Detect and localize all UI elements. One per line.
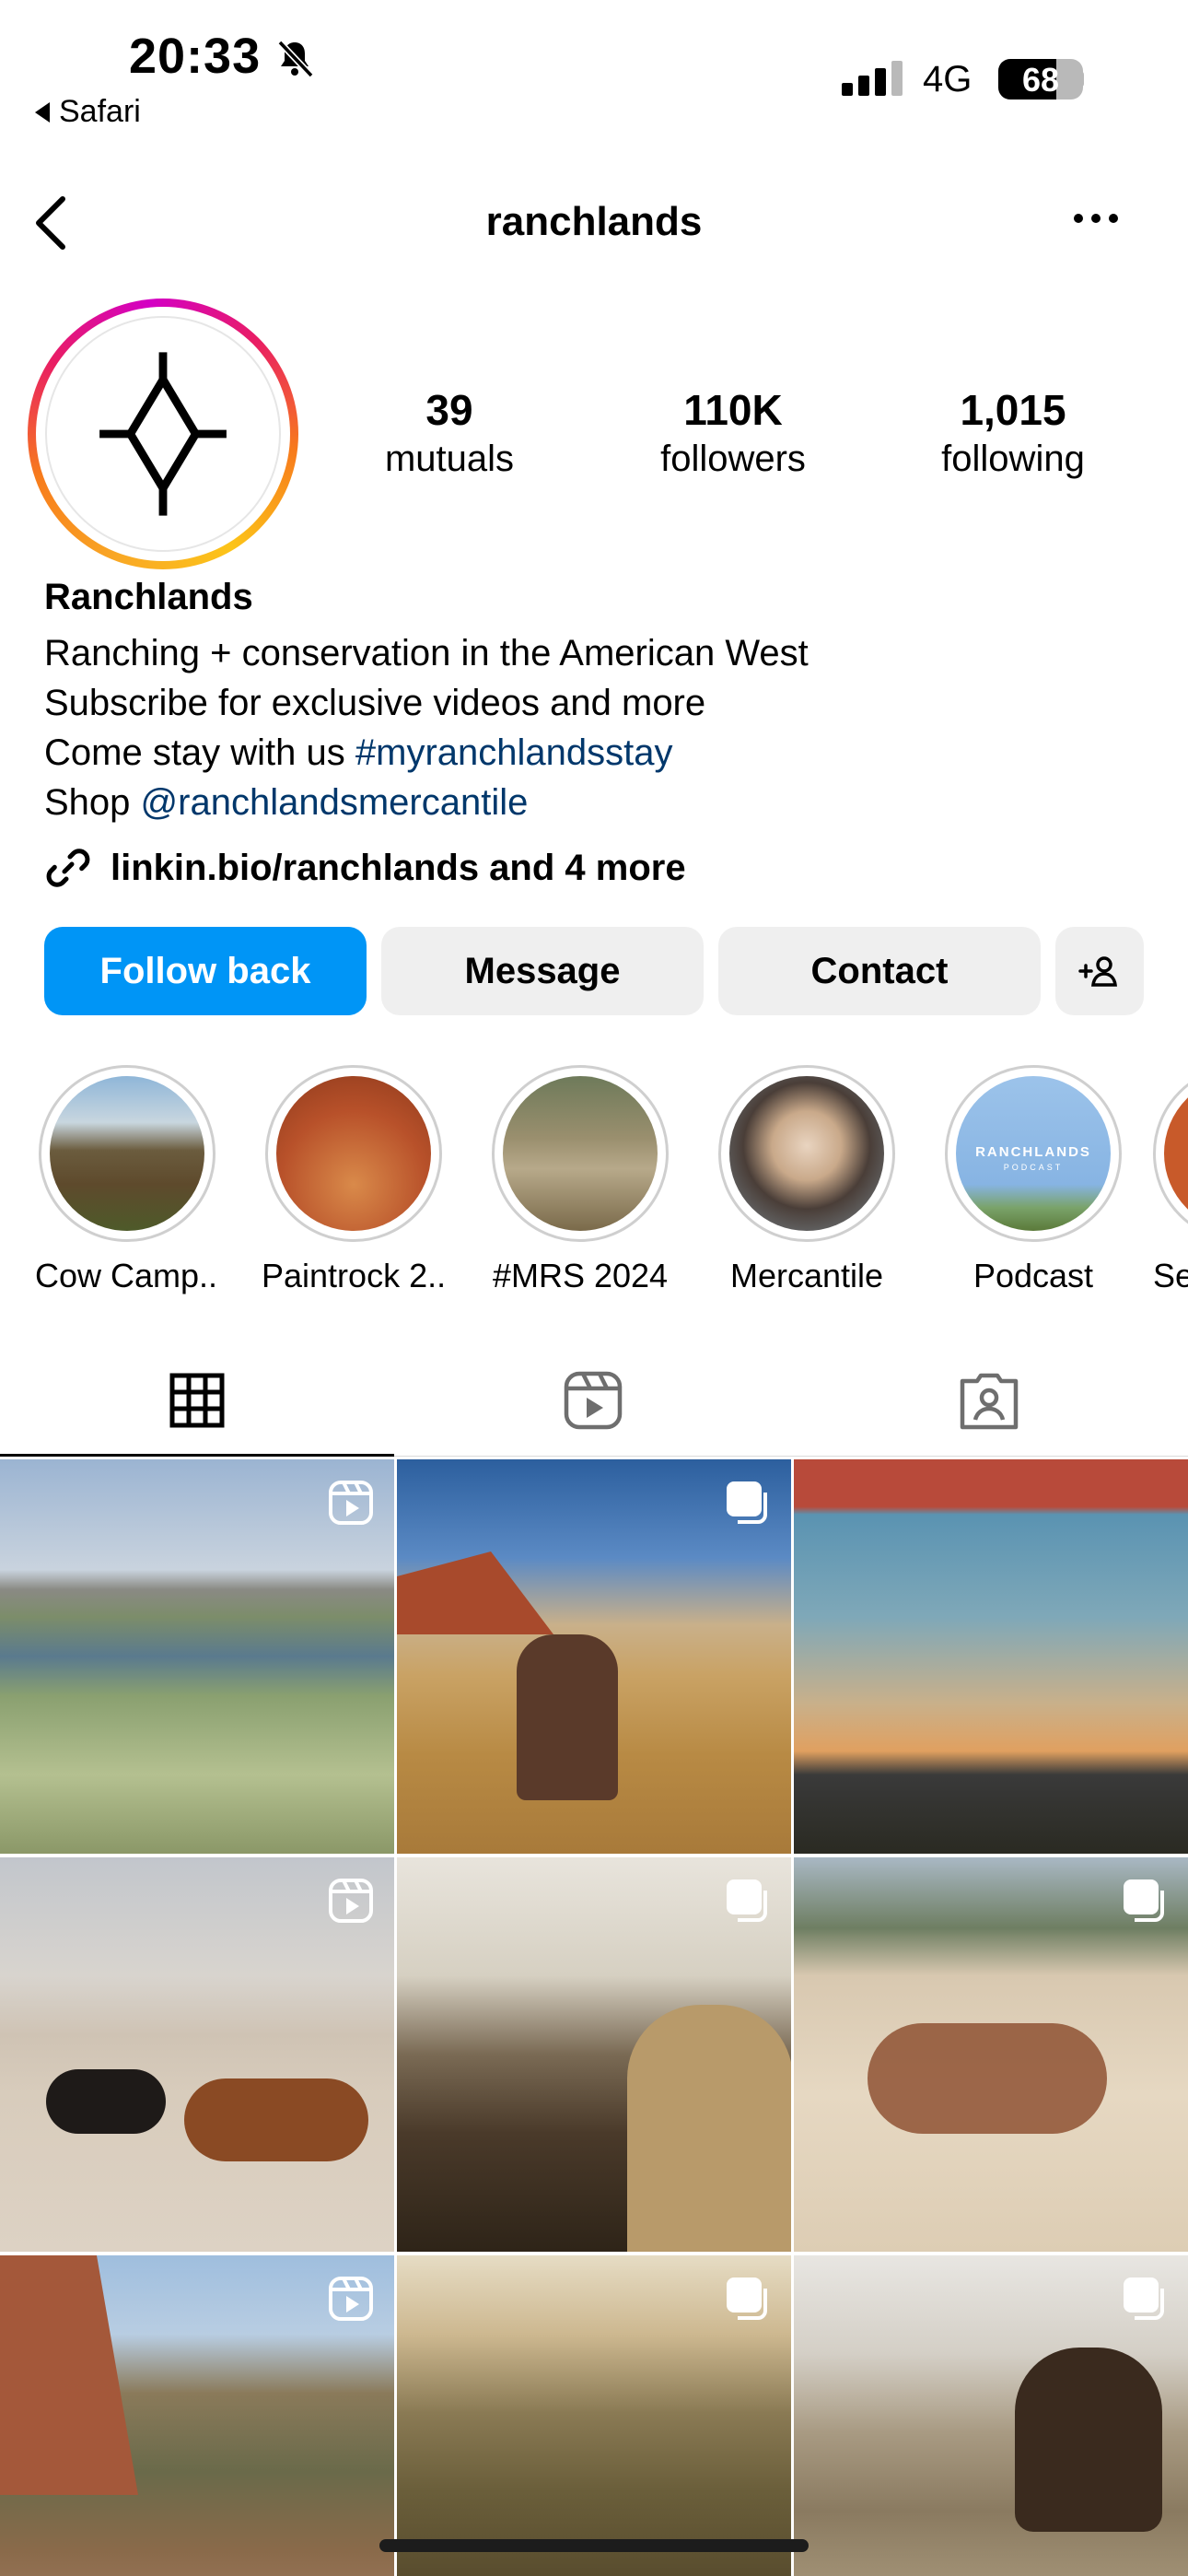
bell-slash-icon [277, 40, 314, 78]
bio-line: Shop @ranchlandsmercantile [44, 778, 809, 827]
post-tile[interactable] [397, 2255, 791, 2576]
mention-link[interactable]: @ranchlandsmercantile [141, 782, 529, 823]
post-tile[interactable] [794, 1857, 1188, 2252]
tab-posts-grid[interactable] [142, 1364, 252, 1437]
carousel-icon [727, 1481, 767, 1524]
highlight-cover [1164, 1076, 1188, 1231]
stat-value: 1,015 [960, 386, 1066, 434]
add-person-icon [1078, 956, 1117, 987]
link-icon [46, 849, 90, 887]
post-tile[interactable] [0, 1459, 394, 1854]
stat-label: followers [660, 439, 806, 479]
highlight-cover: RANCHLANDS PODCAST [956, 1076, 1111, 1231]
reels-icon [564, 1371, 623, 1430]
carousel-icon [1124, 2277, 1164, 2320]
back-triangle-icon [35, 101, 50, 123]
network-type: 4G [923, 59, 973, 100]
hashtag-link[interactable]: #myranchlandsstay [355, 732, 673, 773]
bio: Ranching + conservation in the American … [44, 628, 809, 827]
stat-label: following [941, 439, 1085, 479]
post-tile[interactable] [794, 1459, 1188, 1854]
back-to-safari[interactable]: Safari [35, 94, 141, 130]
status-time: 20:33 [129, 29, 262, 84]
podcast-brand: RANCHLANDS [975, 1144, 1091, 1160]
reel-icon [329, 1879, 373, 1923]
profile-links[interactable]: linkin.bio/ranchlands and 4 more [42, 842, 686, 894]
highlight-cover [503, 1076, 658, 1231]
links-text: linkin.bio/ranchlands and 4 more [111, 847, 686, 888]
highlight-label: Paintrock 2... [262, 1257, 446, 1294]
post-tile[interactable] [0, 2255, 394, 2576]
signal-bars-icon [842, 61, 903, 96]
highlight-label: Se [1153, 1257, 1188, 1294]
bio-line: Ranching + conservation in the American … [44, 633, 809, 673]
post-tile[interactable] [397, 1459, 791, 1854]
stat-followers[interactable]: 110K followers [623, 385, 844, 480]
tab-tagged[interactable] [934, 1364, 1044, 1437]
highlight-partial[interactable]: Se [1153, 1065, 1188, 1295]
ranchlands-logo-icon [45, 316, 281, 552]
message-button[interactable]: Message [381, 927, 704, 1015]
highlight-label: Podcast [973, 1257, 1094, 1294]
highlight-cover [276, 1076, 431, 1231]
battery-level: 68 [1021, 61, 1060, 99]
highlight-podcast[interactable]: RANCHLANDS PODCAST Podcast [941, 1065, 1125, 1295]
stat-value: 110K [683, 386, 783, 434]
reel-icon [329, 1481, 373, 1525]
battery-tip [1077, 71, 1084, 88]
contact-button[interactable]: Contact [718, 927, 1041, 1015]
highlight-cow-camp[interactable]: Cow Camp... [35, 1065, 219, 1295]
highlight-label: Mercantile [729, 1257, 884, 1294]
highlight-cover [729, 1076, 884, 1231]
highlight-label: #MRS 2024 [492, 1257, 669, 1294]
grid-icon [169, 1373, 225, 1428]
back-app-label: Safari [59, 94, 141, 129]
highlight-label: Cow Camp... [35, 1257, 219, 1294]
reel-icon [329, 2277, 373, 2321]
bio-text: Shop [44, 782, 141, 823]
post-tile[interactable] [397, 1857, 791, 2252]
more-options-icon[interactable] [1074, 214, 1118, 223]
post-tile[interactable] [794, 2255, 1188, 2576]
stat-following[interactable]: 1,015 following [903, 385, 1124, 480]
carousel-icon [727, 2277, 767, 2320]
highlight-mercantile[interactable]: Mercantile [715, 1065, 899, 1295]
tab-reels[interactable] [538, 1364, 648, 1437]
stat-value: 39 [425, 386, 473, 434]
post-tile[interactable] [0, 1857, 394, 2252]
home-indicator[interactable] [379, 2539, 809, 2552]
highlight-paintrock[interactable]: Paintrock 2... [262, 1065, 446, 1295]
bio-line: Subscribe for exclusive videos and more [44, 683, 706, 723]
highlight-cover [50, 1076, 204, 1231]
stat-mutuals[interactable]: 39 mutuals [339, 385, 560, 480]
profile-username: ranchlands [485, 199, 703, 244]
podcast-sub: PODCAST [1003, 1163, 1064, 1172]
bio-text: Come stay with us [44, 732, 355, 773]
follow-back-button[interactable]: Follow back [44, 927, 367, 1015]
carousel-icon [1124, 1879, 1164, 1922]
active-tab-indicator [0, 1454, 394, 1457]
avatar[interactable] [28, 299, 298, 569]
battery-icon: 68 [998, 59, 1083, 100]
suggest-people-button[interactable] [1055, 927, 1144, 1015]
stat-label: mutuals [384, 439, 515, 479]
tagged-person-icon [960, 1373, 1019, 1430]
carousel-icon [727, 1879, 767, 1922]
display-name: Ranchlands [44, 577, 253, 617]
highlight-mrs-2024[interactable]: #MRS 2024 [488, 1065, 672, 1295]
bio-line: Come stay with us #myranchlandsstay [44, 728, 809, 778]
